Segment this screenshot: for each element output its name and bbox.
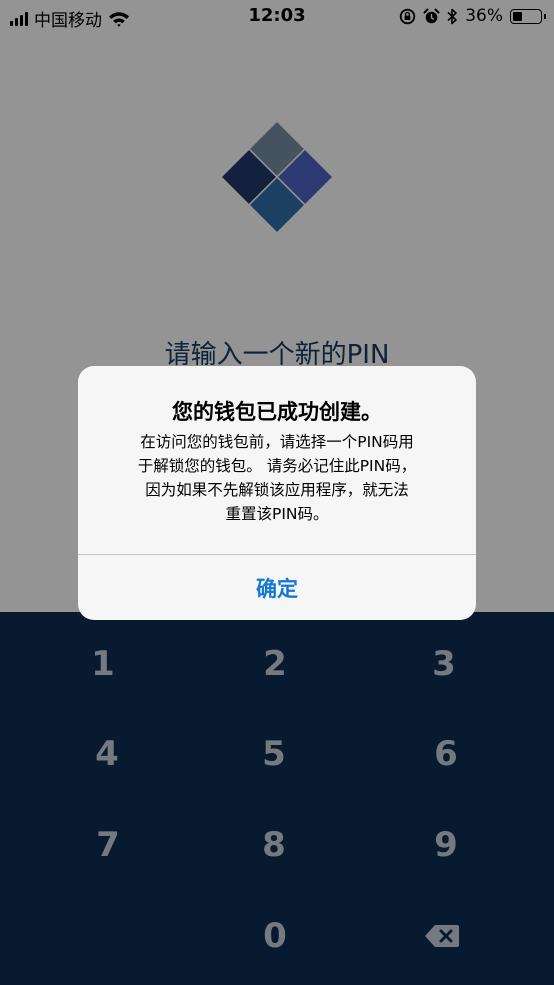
alert-message-line: 在访问您的钱包前，请选择一个PIN码用 <box>140 433 414 451</box>
confirm-button[interactable]: 确定 <box>78 555 476 620</box>
alert-message-line: 于解锁您的钱包。 请务必记住此PIN码， <box>137 457 417 475</box>
screen: 中国移动 12:03 36% 请输入一个新的PIN 1 2 3 4 5 6 7 … <box>0 0 554 985</box>
alert-title: 您的钱包已成功创建。 <box>172 400 382 424</box>
alert-dialog: 您的钱包已成功创建。 在访问您的钱包前，请选择一个PIN码用 于解锁您的钱包。 … <box>78 366 476 620</box>
alert-message-line: 因为如果不先解锁该应用程序，就无法 <box>145 481 409 499</box>
alert-message: 在访问您的钱包前，请选择一个PIN码用 于解锁您的钱包。 请务必记住此PIN码，… <box>100 430 454 526</box>
alert-message-line: 重置该PIN码。 <box>225 505 329 523</box>
